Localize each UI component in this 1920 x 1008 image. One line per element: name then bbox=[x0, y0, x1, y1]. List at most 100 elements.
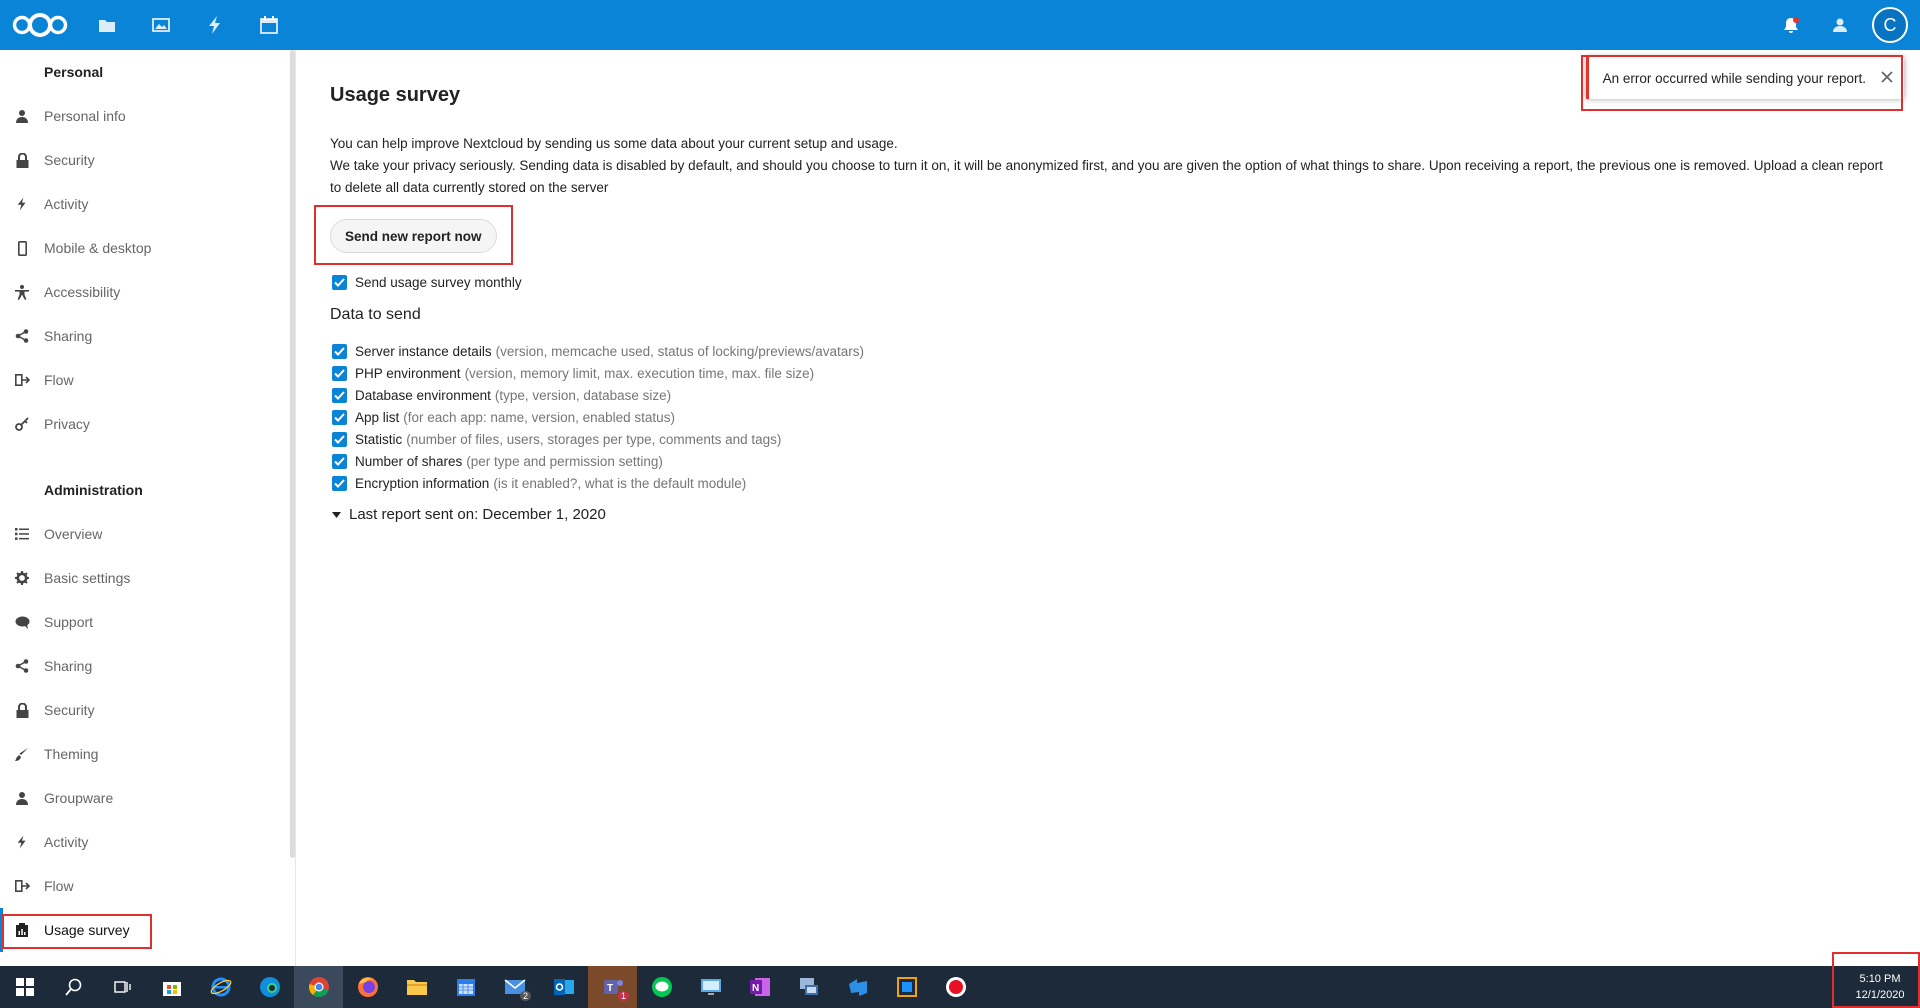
phone-icon bbox=[0, 240, 44, 256]
task-view-icon[interactable] bbox=[98, 966, 147, 1008]
contacts-menu-icon[interactable] bbox=[1815, 0, 1864, 50]
user-avatar[interactable]: C bbox=[1872, 7, 1908, 43]
data-item-label: Server instance details bbox=[355, 343, 492, 359]
ie-icon[interactable] bbox=[196, 966, 245, 1008]
sidebar-item-personal-info[interactable]: Personal info bbox=[0, 94, 295, 138]
sidebar-item-accessibility[interactable]: Accessibility bbox=[0, 270, 295, 314]
checkbox-checked-icon[interactable] bbox=[332, 475, 347, 491]
sidebar-item-label: Privacy bbox=[44, 416, 90, 432]
sidebar-item-flow[interactable]: Flow bbox=[0, 358, 295, 402]
sidebar-item-security[interactable]: Security bbox=[0, 138, 295, 182]
lock-icon bbox=[0, 152, 44, 168]
data-item-statistic[interactable]: Statistic (number of files, users, stora… bbox=[332, 428, 781, 450]
sidebar-item-label: Support bbox=[44, 614, 94, 630]
sidebar-item-activity[interactable]: Activity bbox=[0, 182, 295, 226]
checkbox-checked-icon[interactable] bbox=[332, 343, 347, 359]
calendar-icon[interactable] bbox=[441, 966, 490, 1008]
clipboard-icon bbox=[0, 923, 44, 937]
sidebar-item-admin-security[interactable]: Security bbox=[0, 688, 295, 732]
record-icon[interactable] bbox=[931, 966, 980, 1008]
list-icon bbox=[0, 528, 44, 540]
sidebar-item-label: Accessibility bbox=[44, 284, 121, 300]
send-new-report-button[interactable]: Send new report now bbox=[330, 219, 497, 253]
sidebar-item-basic-settings[interactable]: Basic settings bbox=[0, 556, 295, 600]
firefox-icon[interactable] bbox=[343, 966, 392, 1008]
folder-icon[interactable] bbox=[392, 966, 441, 1008]
data-item-encryption-information[interactable]: Encryption information (is it enabled?, … bbox=[332, 472, 746, 494]
flow-icon bbox=[0, 880, 44, 892]
sidebar-item-overview[interactable]: Overview bbox=[0, 512, 295, 556]
outlook-icon[interactable] bbox=[539, 966, 588, 1008]
search-icon[interactable] bbox=[49, 966, 98, 1008]
last-report-text: Last report sent on: December 1, 2020 bbox=[349, 506, 606, 523]
data-item-hint: (version, memory limit, max. execution t… bbox=[464, 365, 815, 381]
sidebar-item-admin-activity[interactable]: Activity bbox=[0, 820, 295, 864]
sidebar-item-sharing[interactable]: Sharing bbox=[0, 314, 295, 358]
data-item-database-environment[interactable]: Database environment (type, version, dat… bbox=[332, 384, 671, 406]
sidebar-item-privacy[interactable]: Privacy bbox=[0, 402, 295, 446]
data-item-hint: (is it enabled?, what is the default mod… bbox=[493, 475, 747, 491]
sidebar-item-label: Activity bbox=[44, 834, 89, 850]
virtualbox-icon[interactable] bbox=[882, 966, 931, 1008]
nextcloud-logo[interactable] bbox=[10, 0, 80, 50]
data-item-php-environment[interactable]: PHP environment (version, memory limit, … bbox=[332, 362, 814, 384]
accessibility-icon bbox=[0, 284, 44, 300]
sidebar-item-theming[interactable]: Theming bbox=[0, 732, 295, 776]
sidebar-item-label: Usage survey bbox=[44, 922, 130, 938]
checkbox-checked-icon[interactable] bbox=[332, 274, 347, 290]
sidebar-item-admin-flow[interactable]: Flow bbox=[0, 864, 295, 908]
image-icon[interactable] bbox=[134, 0, 188, 50]
monitor-icon[interactable] bbox=[686, 966, 735, 1008]
last-report-toggle[interactable]: Last report sent on: December 1, 2020 bbox=[332, 506, 606, 523]
description-line-1: You can help improve Nextcloud by sendin… bbox=[330, 136, 898, 151]
windows-start-icon[interactable] bbox=[0, 966, 49, 1008]
devops-icon[interactable] bbox=[833, 966, 882, 1008]
data-item-hint: (per type and permission setting) bbox=[466, 453, 663, 469]
group-icon bbox=[0, 791, 44, 805]
sidebar-item-usage-survey[interactable]: Usage survey bbox=[0, 908, 295, 952]
data-item-server-instance[interactable]: Server instance details (version, memcac… bbox=[332, 340, 864, 362]
sidebar-item-label: Theming bbox=[44, 746, 99, 762]
sidebar-item-groupware[interactable]: Groupware bbox=[0, 776, 295, 820]
calendar-icon[interactable] bbox=[242, 0, 296, 50]
checkbox-checked-icon[interactable] bbox=[332, 409, 347, 425]
line-icon[interactable] bbox=[637, 966, 686, 1008]
sidebar-item-label: Security bbox=[44, 152, 95, 168]
sidebar-item-label: Sharing bbox=[44, 328, 93, 344]
sidebar-item-mobile-desktop[interactable]: Mobile & desktop bbox=[0, 226, 295, 270]
main-content: Usage survey You can help improve Nextcl… bbox=[298, 50, 1920, 966]
key-icon bbox=[0, 417, 44, 431]
sidebar-scrollbar[interactable] bbox=[290, 50, 295, 858]
sidebar-item-label: Mobile & desktop bbox=[44, 240, 152, 256]
checkbox-checked-icon[interactable] bbox=[332, 431, 347, 447]
checkbox-checked-icon[interactable] bbox=[332, 453, 347, 469]
user-icon bbox=[0, 109, 44, 123]
personal-section-title: Personal bbox=[44, 64, 104, 80]
settings-sidebar: Personal Personal info Security Activity… bbox=[0, 50, 296, 966]
edge-icon[interactable] bbox=[245, 966, 294, 1008]
lightning-icon[interactable] bbox=[188, 0, 242, 50]
data-item-app-list[interactable]: App list (for each app: name, version, e… bbox=[332, 406, 675, 428]
mail-icon[interactable]: 2 bbox=[490, 966, 539, 1008]
monthly-survey-checkbox[interactable]: Send usage survey monthly bbox=[332, 271, 522, 293]
network-icon[interactable] bbox=[784, 966, 833, 1008]
store-icon[interactable] bbox=[147, 966, 196, 1008]
data-item-label: Database environment bbox=[355, 387, 491, 403]
chrome-icon[interactable] bbox=[294, 966, 343, 1008]
system-clock[interactable]: 5:10 PM 12/1/2020 bbox=[1840, 966, 1920, 1008]
folder-icon[interactable] bbox=[80, 0, 134, 50]
data-item-label: Number of shares bbox=[355, 453, 463, 469]
sidebar-item-label: Activity bbox=[44, 196, 89, 212]
checkbox-checked-icon[interactable] bbox=[332, 387, 347, 403]
notifications-bell-icon[interactable] bbox=[1766, 0, 1815, 50]
onenote-icon[interactable]: N bbox=[735, 966, 784, 1008]
checkbox-checked-icon[interactable] bbox=[332, 365, 347, 381]
toast-message: An error occurred while sending your rep… bbox=[1602, 70, 1866, 86]
sidebar-item-admin-sharing[interactable]: Sharing bbox=[0, 644, 295, 688]
sidebar-item-support[interactable]: Support bbox=[0, 600, 295, 644]
header-right: C bbox=[1766, 0, 1920, 50]
teams-icon[interactable]: T 1 bbox=[588, 966, 637, 1008]
data-item-number-of-shares[interactable]: Number of shares (per type and permissio… bbox=[332, 450, 663, 472]
close-icon[interactable] bbox=[1880, 70, 1894, 84]
clock-time: 5:10 PM bbox=[1859, 973, 1901, 985]
